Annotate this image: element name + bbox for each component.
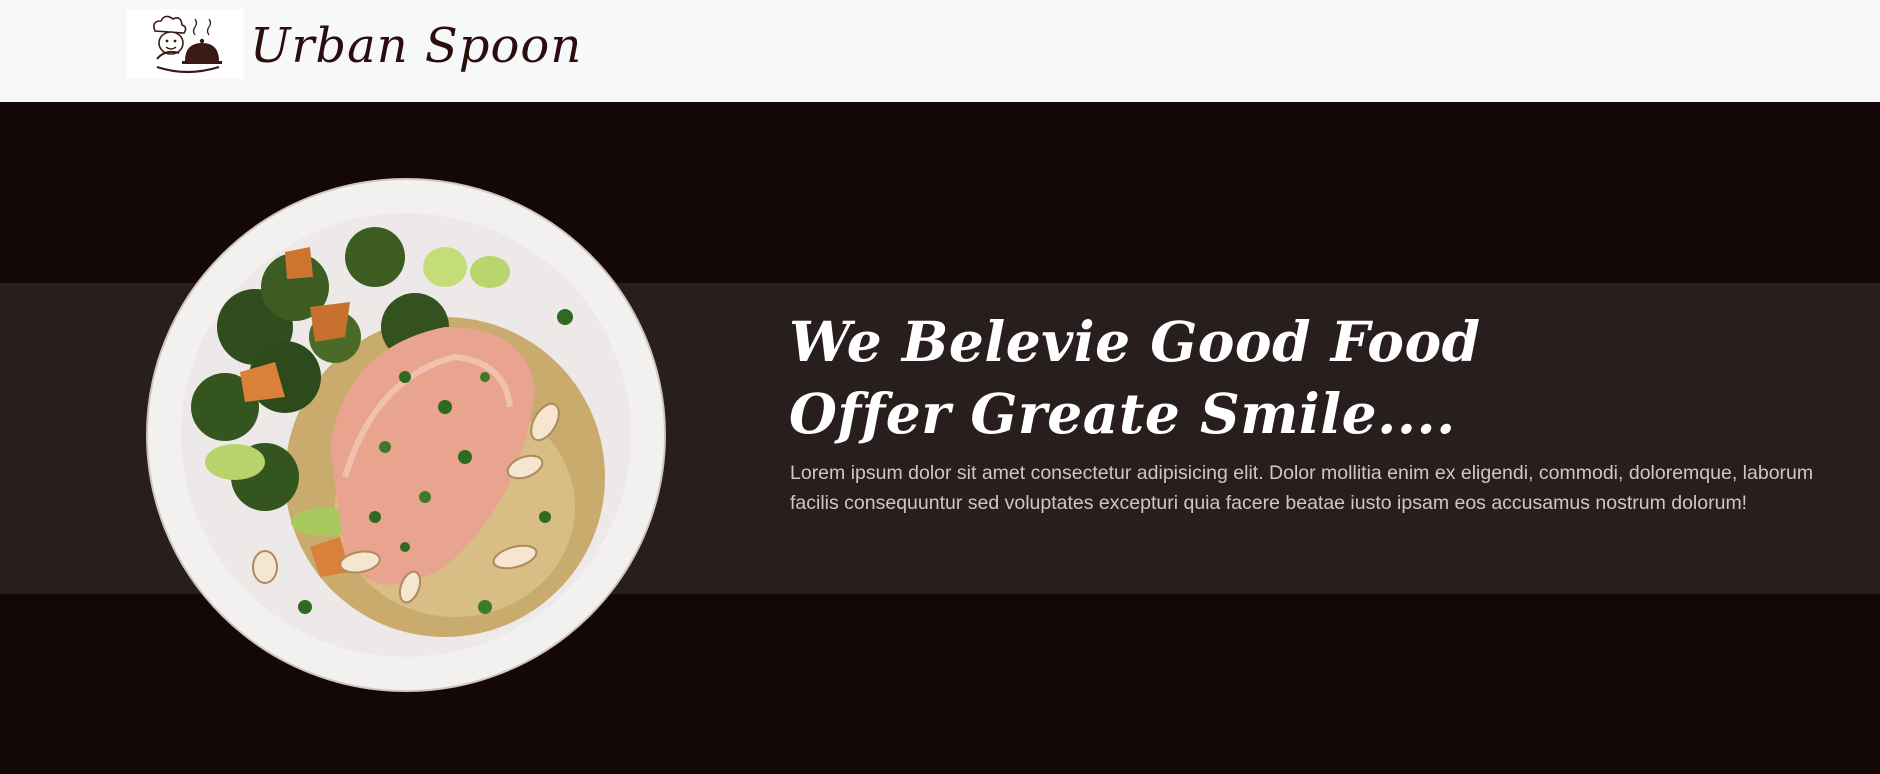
navbar: Urban Spoon [0,0,1880,102]
salmon-plate-image [145,177,667,693]
chef-cloche-icon [153,15,222,74]
hero-description: Lorem ipsum dolor sit amet consectetur a… [790,462,1814,514]
logo-link[interactable] [127,9,244,79]
headline-line2: Offer Greate Smile.... [789,381,1456,446]
hero-headline: We Belevie Good Food Offer Greate Smile.… [789,306,1689,450]
brand-name[interactable]: Urban Spoon [250,10,582,82]
headline-line1: We Belevie Good Food [789,309,1481,374]
